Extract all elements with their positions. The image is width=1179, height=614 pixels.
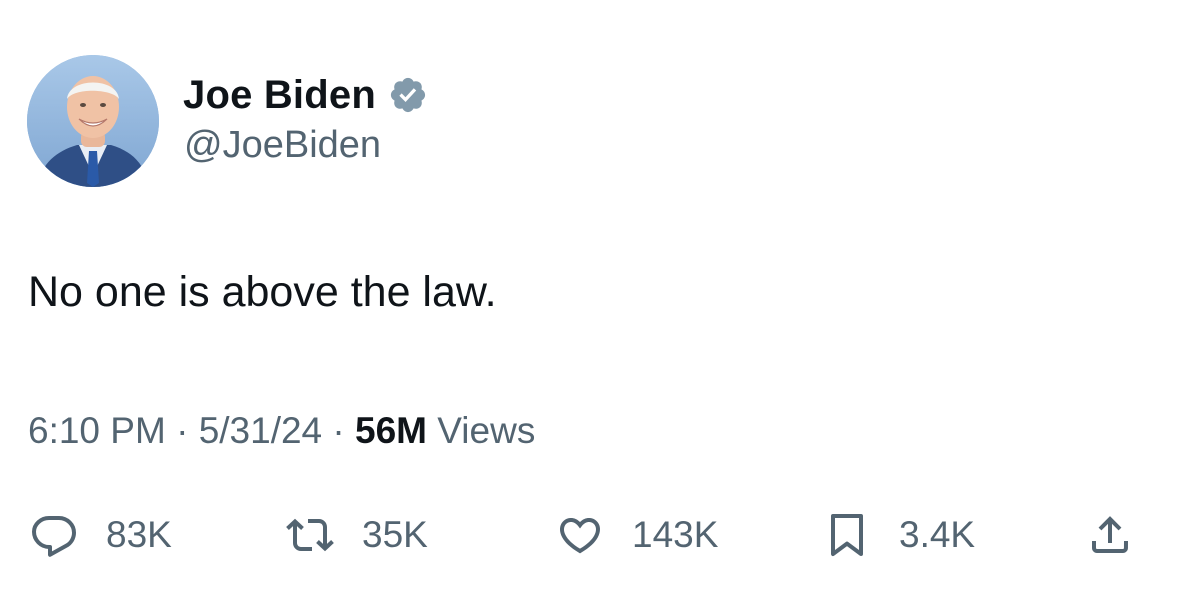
heart-icon <box>556 511 604 559</box>
tweet-card: Joe Biden @JoeBiden No one is above the … <box>0 0 1179 614</box>
author-name-row: Joe Biden <box>183 70 428 120</box>
meta-separator: · <box>332 410 345 451</box>
bookmark-icon <box>823 511 871 559</box>
reply-count: 83K <box>106 514 172 555</box>
action-bar: 83K 35K 143K 3.4K <box>0 500 1179 570</box>
reply-icon <box>30 511 78 559</box>
like-count: 143K <box>632 514 719 555</box>
profile-photo-icon <box>27 55 159 187</box>
tweet-time[interactable]: 6:10 PM <box>28 410 166 451</box>
repost-icon <box>286 511 334 559</box>
reply-button[interactable]: 83K <box>30 500 172 570</box>
avatar[interactable] <box>27 55 159 187</box>
repost-count: 35K <box>362 514 428 555</box>
views-label[interactable]: Views <box>437 410 535 451</box>
bookmark-button[interactable]: 3.4K <box>823 500 975 570</box>
repost-button[interactable]: 35K <box>286 500 428 570</box>
bookmark-count: 3.4K <box>899 514 976 555</box>
views-count[interactable]: 56M <box>355 410 427 451</box>
tweet-meta: 6:10 PM · 5/31/24 · 56M Views <box>28 410 535 452</box>
tweet-date[interactable]: 5/31/24 <box>199 410 322 451</box>
meta-separator: · <box>176 410 189 451</box>
tweet-text: No one is above the law. <box>28 268 497 316</box>
user-handle[interactable]: @JoeBiden <box>184 124 381 167</box>
display-name[interactable]: Joe Biden <box>183 73 376 118</box>
share-icon <box>1086 511 1134 559</box>
share-button[interactable] <box>1086 500 1134 570</box>
verified-badge-icon[interactable] <box>388 75 428 115</box>
like-button[interactable]: 143K <box>556 500 718 570</box>
